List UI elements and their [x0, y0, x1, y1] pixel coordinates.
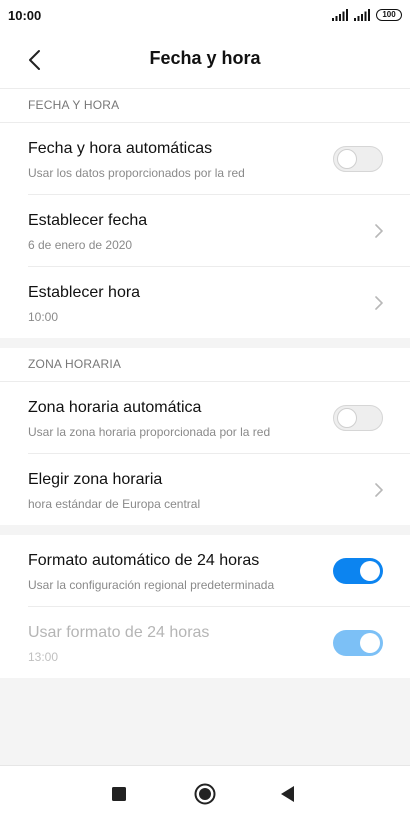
home-circle-icon[interactable] — [194, 783, 216, 805]
row-subtitle: Usar la zona horaria proporcionada por l… — [28, 425, 271, 439]
toggle-knob — [337, 408, 357, 428]
back-triangle-icon[interactable] — [281, 786, 295, 802]
auto-24h-toggle[interactable] — [333, 558, 383, 584]
toggle-knob — [360, 633, 380, 653]
toggle-knob — [337, 149, 357, 169]
use-24h-toggle — [333, 630, 383, 656]
row-title: Elegir zona horaria — [28, 471, 163, 488]
row-title: Establecer fecha — [28, 212, 148, 229]
app-header: Fecha y hora — [0, 32, 410, 89]
chevron-right-icon — [375, 296, 383, 310]
row-choose-time-zone[interactable]: Elegir zona horaria hora estándar de Eur… — [28, 454, 410, 525]
status-time: 10:00 — [8, 8, 42, 23]
chevron-right-icon — [375, 483, 383, 497]
auto-time-zone-toggle[interactable] — [333, 405, 383, 431]
row-value: 10:00 — [28, 310, 59, 324]
row-value: 6 de enero de 2020 — [28, 238, 133, 252]
row-title: Zona horaria automática — [28, 399, 202, 416]
auto-date-time-toggle[interactable] — [333, 146, 383, 172]
toggle-knob — [360, 561, 380, 581]
status-icons: 100 — [332, 9, 402, 21]
page-title: Fecha y hora — [149, 48, 261, 68]
settings-list: FECHA Y HORA Fecha y hora automáticas Us… — [0, 89, 410, 678]
row-title: Establecer hora — [28, 284, 141, 301]
row-value: hora estándar de Europa central — [28, 497, 201, 511]
signal-icon — [332, 9, 348, 21]
row-use-24h-format: Usar formato de 24 horas 13:00 — [28, 607, 410, 678]
section-header-time-zone: ZONA HORARIA — [0, 348, 410, 382]
navigation-bar — [0, 765, 410, 821]
row-title: Fecha y hora automáticas — [28, 140, 213, 157]
row-set-date[interactable]: Establecer fecha 6 de enero de 2020 — [28, 195, 410, 267]
row-set-time[interactable]: Establecer hora 10:00 — [28, 267, 410, 338]
row-subtitle: Usar la configuración regional predeterm… — [28, 578, 275, 592]
row-auto-24h-format[interactable]: Formato automático de 24 horas Usar la c… — [28, 535, 410, 607]
row-value: 13:00 — [28, 650, 59, 664]
chevron-right-icon — [375, 224, 383, 238]
battery-icon: 100 — [376, 9, 402, 21]
row-title: Formato automático de 24 horas — [28, 552, 260, 569]
section-header-date-time: FECHA Y HORA — [0, 89, 410, 123]
status-bar: 10:00 100 — [0, 0, 410, 32]
section-format: Formato automático de 24 horas Usar la c… — [0, 535, 410, 678]
row-auto-date-time[interactable]: Fecha y hora automáticas Usar los datos … — [28, 123, 410, 195]
row-subtitle: Usar los datos proporcionados por la red — [28, 166, 245, 180]
section-time-zone: ZONA HORARIA Zona horaria automática Usa… — [0, 348, 410, 525]
row-title: Usar formato de 24 horas — [28, 624, 210, 641]
section-divider — [0, 525, 410, 535]
row-auto-time-zone[interactable]: Zona horaria automática Usar la zona hor… — [28, 382, 410, 454]
signal-icon-2 — [354, 9, 370, 21]
recents-square-icon[interactable] — [112, 787, 126, 801]
section-divider — [0, 338, 410, 348]
section-date-time: FECHA Y HORA Fecha y hora automáticas Us… — [0, 89, 410, 338]
